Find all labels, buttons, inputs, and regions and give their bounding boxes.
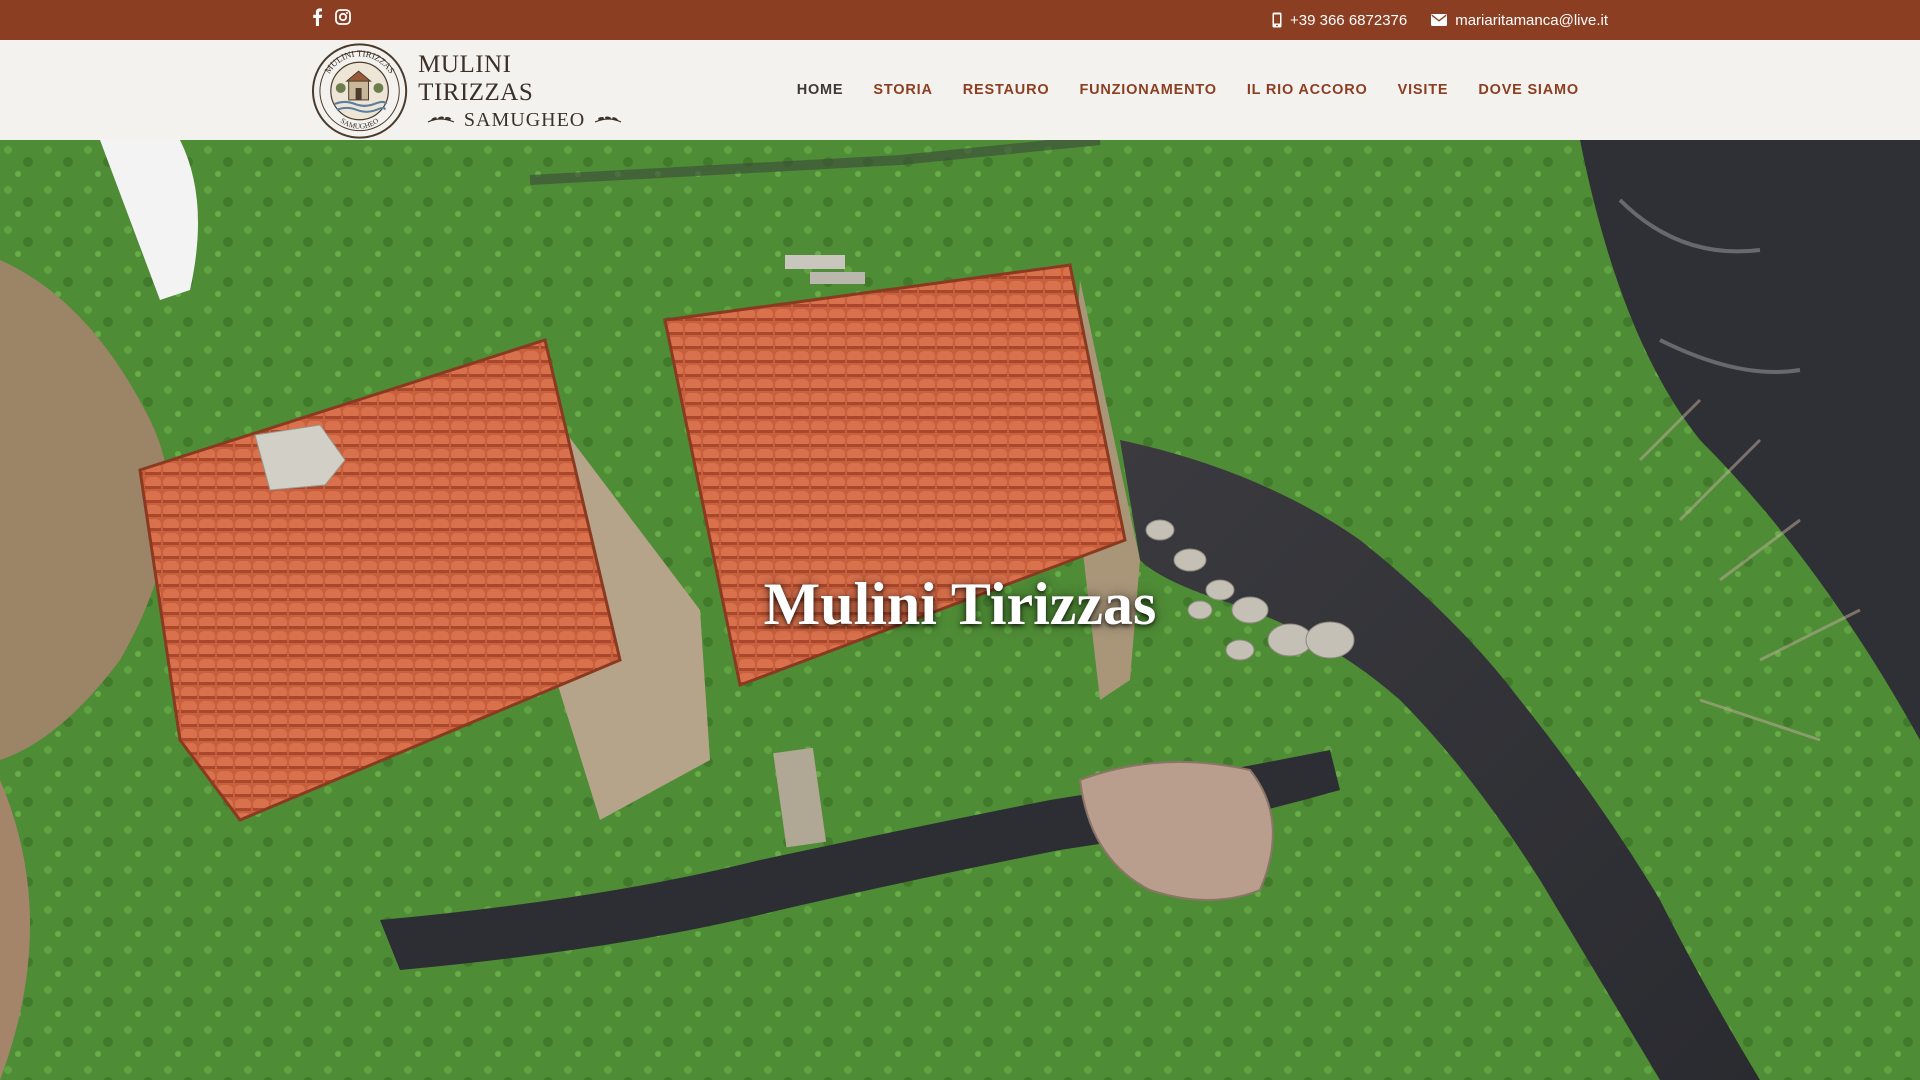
hero-title: Mulini Tirizzas — [763, 571, 1157, 637]
hero-banner: Mulini Tirizzas — [0, 140, 1920, 1080]
nav-item-home[interactable]: HOME — [782, 82, 859, 98]
facebook-link[interactable] — [311, 8, 323, 26]
site-logo[interactable]: MULINI TIRIZZAS SAMUGHEO MULINI TIRIZZAS — [311, 42, 631, 140]
nav-item-restauro[interactable]: RESTAURO — [948, 82, 1065, 98]
facebook-icon — [313, 8, 323, 26]
social-links — [311, 8, 351, 26]
contact-info: +39 366 6872376 mariaritamanca@live.it — [1272, 0, 1608, 40]
nav-item-funzionamento[interactable]: FUNZIONAMENTO — [1064, 82, 1231, 98]
email-address: mariaritamanca@live.it — [1455, 11, 1608, 29]
main-navigation: HOME STORIA RESTAURO FUNZIONAMENTO IL RI… — [782, 40, 1594, 140]
instagram-icon — [335, 9, 351, 25]
site-header: MULINI TIRIZZAS SAMUGHEO MULINI TIRIZZAS — [0, 40, 1920, 140]
wheat-right-icon — [595, 116, 622, 123]
nav-item-visite[interactable]: VISITE — [1383, 82, 1464, 98]
mobile-phone-icon — [1272, 12, 1282, 28]
mill-seal-logo: MULINI TIRIZZAS SAMUGHEO — [311, 43, 408, 139]
wheat-left-icon — [427, 116, 455, 123]
phone-number: +39 366 6872376 — [1290, 11, 1408, 29]
email-link[interactable]: mariaritamanca@live.it — [1431, 12, 1608, 29]
envelope-icon — [1431, 14, 1448, 26]
logo-wordmark: MULINI TIRIZZAS SAMUGHEO — [418, 51, 631, 132]
phone-link[interactable]: +39 366 6872376 — [1272, 12, 1407, 29]
logo-subtitle-row: SAMUGHEO — [426, 109, 623, 132]
nav-item-il-rio-accoro[interactable]: IL RIO ACCORO — [1232, 82, 1383, 98]
instagram-link[interactable] — [335, 9, 351, 25]
nav-item-dove-siamo[interactable]: DOVE SIAMO — [1463, 82, 1594, 98]
top-bar: +39 366 6872376 mariaritamanca@live.it — [0, 0, 1920, 40]
logo-title: MULINI TIRIZZAS — [418, 50, 534, 106]
logo-town: SAMUGHEO — [463, 108, 586, 131]
nav-item-storia[interactable]: STORIA — [858, 82, 947, 98]
